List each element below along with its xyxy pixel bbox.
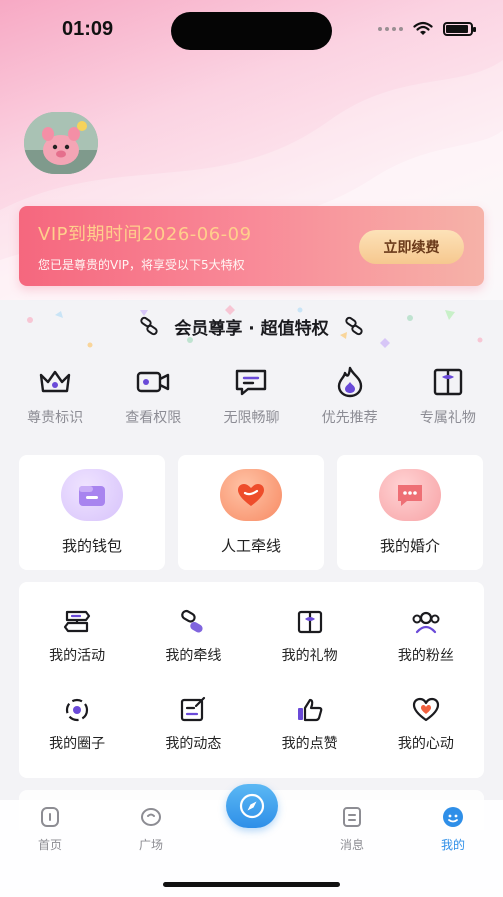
gift-icon: [297, 610, 322, 633]
profile-icon: [443, 807, 463, 827]
wallet-icon: [79, 486, 105, 506]
grid-item-fans[interactable]: 我的粉丝: [368, 592, 484, 680]
home-indicator: [163, 882, 340, 887]
privileges-heading-text: 会员尊享 · 超值特权: [174, 318, 329, 339]
wallet-icon-bg: [61, 469, 123, 521]
privilege-item[interactable]: 尊贵标识: [7, 365, 103, 435]
tab-square[interactable]: 广场: [121, 806, 181, 853]
signpost-icon: [64, 610, 91, 632]
tab-home[interactable]: 首页: [20, 806, 80, 853]
message-icon-bg: [379, 469, 441, 521]
grid-label: 我的圈子: [49, 735, 106, 752]
tab-discover-button[interactable]: [226, 784, 278, 828]
marriage-agency-label: 我的婚介: [379, 537, 440, 555]
privileges-heading: 会员尊享 · 超值特权: [0, 312, 503, 340]
wallet-label: 我的钱包: [61, 537, 122, 555]
grid-label: 我的活动: [49, 647, 106, 664]
heart-icon-bg: [220, 469, 282, 521]
signal-icon: [378, 27, 403, 31]
privilege-item[interactable]: 无限畅聊: [203, 365, 299, 435]
vip-card: VIP到期时间2026-06-09 您已是尊贵的VIP，将享受以下5大特权 立即…: [19, 206, 484, 286]
privilege-label: 专属礼物: [419, 410, 476, 426]
privileges-row: 尊贵标识 查看权限 无限畅聊 优先推荐 专属礼物: [0, 365, 503, 435]
grid-label: 我的点赞: [281, 735, 338, 752]
home-icon: [41, 807, 59, 827]
avatar-image: [24, 112, 98, 174]
grid-label: 我的动态: [165, 735, 222, 752]
gift-icon: [433, 368, 463, 396]
grid-label: 我的粉丝: [397, 647, 454, 664]
circle-target-icon: [66, 698, 89, 721]
privilege-item[interactable]: 查看权限: [105, 365, 201, 435]
tab-messages[interactable]: 消息: [322, 806, 382, 853]
matchmaking-card[interactable]: 人工牵线: [178, 455, 324, 570]
renew-button[interactable]: 立即续费: [359, 230, 464, 264]
tab-profile[interactable]: 我的: [423, 806, 483, 853]
grid-item-posts[interactable]: 我的动态: [135, 680, 251, 768]
marriage-agency-card[interactable]: 我的婚介: [337, 455, 483, 570]
vip-expiry-text: VIP到期时间2026-06-09: [38, 224, 252, 245]
grid-item-activities[interactable]: 我的活动: [19, 592, 135, 680]
privilege-label: 尊贵标识: [27, 410, 84, 426]
square-icon: [141, 808, 161, 826]
grid-item-gifts[interactable]: 我的礼物: [252, 592, 368, 680]
grid-item-crushes[interactable]: 我的心动: [368, 680, 484, 768]
heart-icon: [238, 484, 264, 506]
status-icons: [378, 21, 476, 37]
grid-label: 我的心动: [397, 735, 454, 752]
grid-label: 我的牵线: [165, 647, 222, 664]
status-time: 01:09: [62, 18, 114, 40]
privilege-label: 无限畅聊: [223, 410, 280, 426]
link-icon: [181, 609, 203, 632]
vip-subtitle: 您已是尊贵的VIP，将享受以下5大特权: [38, 258, 245, 272]
message-box-icon: [343, 807, 361, 827]
chat-icon: [236, 369, 267, 396]
grid-item-circles[interactable]: 我的圈子: [19, 680, 135, 768]
edit-icon: [181, 696, 206, 721]
thumbs-up-icon: [297, 698, 322, 721]
avatar[interactable]: [24, 112, 98, 174]
compass-icon: [239, 793, 265, 819]
wifi-icon: [413, 21, 433, 35]
tab-label: 广场: [138, 838, 163, 852]
privilege-item[interactable]: 优先推荐: [302, 365, 398, 435]
grid-label: 我的礼物: [281, 647, 338, 664]
grid-item-matches[interactable]: 我的牵线: [135, 592, 251, 680]
heart-outline-icon: [412, 697, 439, 721]
dynamic-island: [171, 12, 332, 50]
privilege-label: 查看权限: [125, 410, 182, 426]
privilege-item[interactable]: 专属礼物: [400, 365, 496, 435]
link-icon: [345, 316, 363, 336]
grid-item-likes[interactable]: 我的点赞: [252, 680, 368, 768]
flame-icon: [337, 366, 362, 398]
battery-icon: [443, 22, 476, 36]
feature-cards: 我的钱包 人工牵线 我的婚介: [19, 455, 484, 570]
link-icon: [140, 316, 158, 336]
privilege-label: 优先推荐: [321, 410, 378, 426]
tab-label: 消息: [339, 838, 364, 852]
fans-icon: [412, 611, 440, 633]
status-bar: 01:09: [0, 0, 503, 60]
video-camera-icon: [137, 371, 170, 393]
wallet-card[interactable]: 我的钱包: [19, 455, 165, 570]
matchmaking-label: 人工牵线: [220, 537, 281, 555]
features-grid: 我的活动 我的牵线 我的礼物 我的粉丝 我的圈子 我的动态 我的点赞 我的心动: [19, 582, 484, 778]
tab-label: 我的: [440, 838, 465, 852]
tab-label: 首页: [37, 838, 62, 852]
message-icon: [398, 485, 422, 506]
crown-icon: [39, 370, 71, 393]
